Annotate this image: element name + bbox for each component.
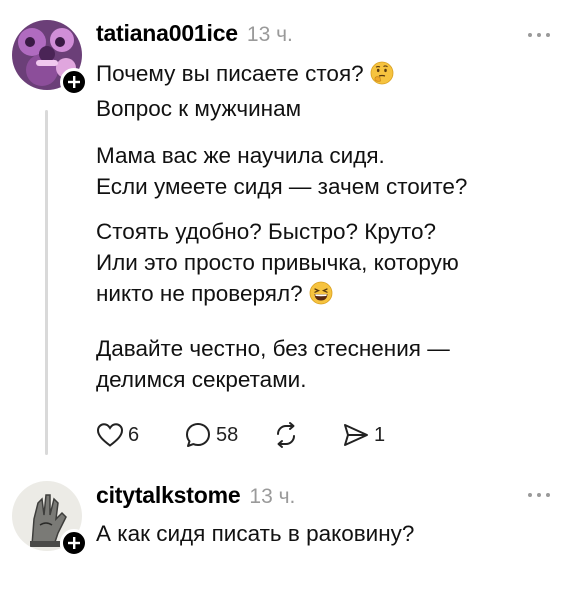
post-body-paragraph: Давайте честно, без стеснения — делимся … [96,333,450,395]
repost-icon [277,422,295,448]
avatar-container[interactable] [12,481,88,557]
post-text-line: делимся секретами. [96,367,307,392]
dot-icon [546,33,550,37]
post-text-line: Вопрос к мужчинам [96,96,302,121]
dot-icon [528,33,532,37]
more-options-button[interactable] [528,33,550,37]
post-header: citytalkstome 13 ч. [96,482,295,509]
username[interactable]: citytalkstome [96,482,241,509]
dot-icon [546,493,550,497]
post-text-line: Стоять удобно? Быстро? Круто? [96,219,436,244]
plus-icon [68,537,80,549]
post-text-line: Мама вас же научила сидя. [96,143,385,168]
follow-plus-button[interactable] [60,529,88,557]
grinning-squinting-face-emoji-icon [309,281,333,313]
thinking-face-emoji-icon [370,61,394,93]
reply-button[interactable]: 58 [184,421,272,449]
avatar-container[interactable] [12,20,88,96]
dot-icon [528,493,532,497]
post-text-line: Если умеете сидя — зачем стоите? [96,174,468,199]
post-body: Почему вы писаете стоя? Вопрос к мужчина… [96,58,394,124]
post-actions: 6 58 1 [96,418,412,452]
like-count: 6 [128,423,140,446]
more-options-button[interactable] [528,493,550,497]
share-button[interactable]: 1 [342,421,412,449]
post-tatiana001ice: tatiana001ice 13 ч. Почему вы писаете ст… [0,0,570,470]
post-text-line: никто не проверял? [96,278,459,313]
post-text-line: Или это просто привычка, которую [96,250,459,275]
follow-plus-button[interactable] [60,68,88,96]
post-header: tatiana001ice 13 ч. [96,20,293,47]
post-body: А как сидя писать в раковину? [96,518,414,549]
timestamp: 13 ч. [246,23,293,46]
reply-count: 58 [216,423,239,446]
post-text-line: А как сидя писать в раковину? [96,521,415,546]
post-body-paragraph: Мама вас же научила сидя. Если умеете си… [96,140,467,202]
post-text-line: Почему вы писаете стоя? [96,58,394,93]
heart-icon [96,423,124,447]
timestamp: 13 ч. [249,485,296,508]
post-text-line: Давайте честно, без стеснения — [96,336,450,361]
share-count: 1 [374,423,386,446]
dot-icon [537,33,541,37]
post-citytalkstome: citytalkstome 13 ч. А как сидя писать в … [0,470,570,600]
comment-icon [186,423,210,447]
thread-line [45,110,48,455]
username[interactable]: tatiana001ice [96,20,238,47]
dot-icon [537,493,541,497]
send-icon [344,424,368,446]
like-button[interactable]: 6 [96,422,184,448]
post-body-paragraph: Стоять удобно? Быстро? Круто? Или это пр… [96,216,459,313]
plus-icon [68,76,80,88]
repost-button[interactable] [272,421,342,449]
